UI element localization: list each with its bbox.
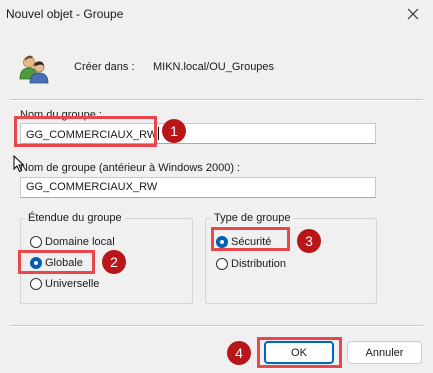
radio-button[interactable] bbox=[30, 278, 42, 290]
ok-button[interactable]: OK bbox=[264, 341, 334, 364]
mouse-cursor-icon bbox=[13, 155, 25, 173]
close-icon bbox=[407, 8, 419, 20]
window-title: Nouvel objet - Groupe bbox=[6, 7, 124, 21]
group-name-input[interactable]: GG_COMMERCIAUX_RW bbox=[20, 123, 376, 144]
group-name-value: GG_COMMERCIAUX_RW bbox=[26, 129, 158, 141]
type-option-distribution[interactable]: Distribution bbox=[216, 258, 286, 270]
type-option-label: Sécurité bbox=[231, 236, 272, 248]
divider-bottom-highlight bbox=[10, 326, 423, 327]
scope-option-domain-local[interactable]: Domaine local bbox=[30, 236, 115, 248]
type-option-security[interactable]: Sécurité bbox=[216, 236, 271, 248]
step-badge-1: 1 bbox=[162, 119, 186, 143]
group-name-pre2000-label: Nom de groupe (antérieur à Windows 2000)… bbox=[20, 162, 241, 174]
group-name-pre2000-input[interactable]: GG_COMMERCIAUX_RW bbox=[20, 177, 376, 198]
radio-button-checked[interactable] bbox=[216, 236, 228, 248]
text-caret bbox=[158, 127, 160, 140]
type-legend: Type de groupe bbox=[211, 212, 294, 224]
close-button[interactable] bbox=[393, 0, 433, 28]
create-in-value: MIKN.local/OU_Groupes bbox=[153, 61, 275, 73]
create-in-label: Créer dans : bbox=[74, 61, 135, 73]
type-option-label: Distribution bbox=[231, 258, 287, 270]
divider-top-highlight bbox=[10, 100, 423, 101]
group-name-pre2000-value: GG_COMMERCIAUX_RW bbox=[26, 181, 158, 193]
scope-option-universal[interactable]: Universelle bbox=[30, 278, 99, 290]
radio-button[interactable] bbox=[30, 236, 42, 248]
title-bar: Nouvel objet - Groupe bbox=[0, 0, 433, 30]
radio-button-checked[interactable] bbox=[30, 257, 42, 269]
step-badge-3: 3 bbox=[297, 229, 321, 253]
scope-option-label: Domaine local bbox=[45, 236, 115, 248]
radio-button[interactable] bbox=[216, 258, 228, 270]
scope-option-label: Universelle bbox=[45, 278, 100, 290]
scope-option-label: Globale bbox=[45, 257, 83, 269]
scope-option-global[interactable]: Globale bbox=[30, 257, 83, 269]
scope-legend: Étendue du groupe bbox=[25, 212, 125, 224]
group-name-label: Nom du groupe : bbox=[20, 109, 102, 121]
users-group-icon bbox=[19, 55, 49, 84]
step-badge-4: 4 bbox=[227, 341, 251, 365]
step-badge-2: 2 bbox=[102, 250, 126, 274]
cancel-button[interactable]: Annuler bbox=[347, 341, 422, 364]
